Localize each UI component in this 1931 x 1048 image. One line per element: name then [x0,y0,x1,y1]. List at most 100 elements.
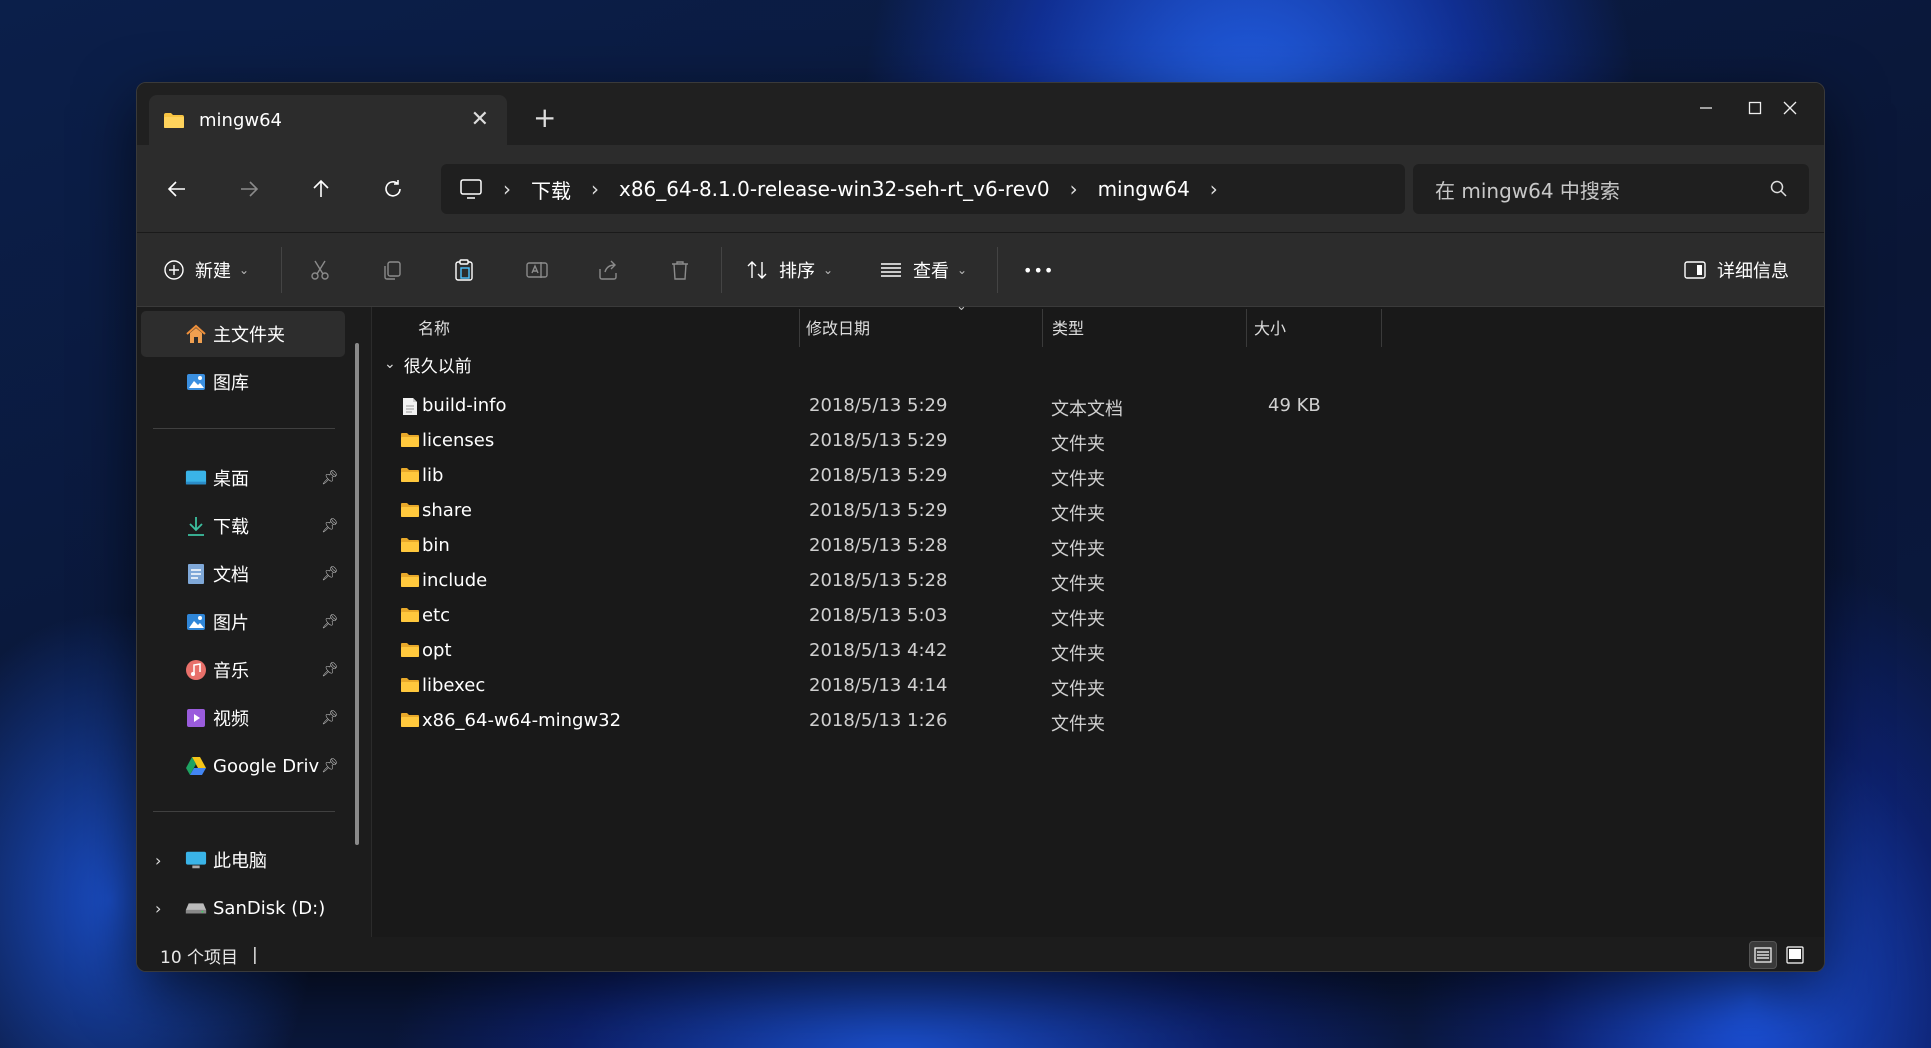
sidebar-item-documents[interactable]: 文档 📌︎ [141,551,345,597]
pin-icon[interactable]: 📌︎ [321,614,339,630]
sidebar-item-gallery[interactable]: 图库 [141,359,345,405]
paste-button[interactable] [453,253,475,287]
pin-icon[interactable]: 📌︎ [321,518,339,534]
sort-button[interactable]: 排序 ⌄ [745,253,833,287]
chevron-down-icon[interactable]: ⌄ [384,356,396,372]
chevron-right-icon[interactable]: › [1210,177,1218,201]
delete-button[interactable] [669,253,691,287]
tiles-view-icon [1786,946,1804,964]
breadcrumb-item-release[interactable]: x86_64-8.1.0-release-win32-seh-rt_v6-rev… [619,177,1050,201]
rename-button[interactable] [525,253,549,287]
refresh-button[interactable] [371,167,415,211]
minimize-icon [1700,107,1712,109]
folder-icon [400,572,420,593]
pin-icon[interactable]: 📌︎ [321,710,339,726]
cut-button[interactable] [309,253,331,287]
monitor-icon[interactable] [459,178,483,200]
file-date: 2018/5/13 5:29 [809,465,948,486]
chevron-right-icon[interactable]: › [155,851,161,870]
rename-icon [526,262,548,278]
trash-icon [672,261,688,280]
arrow-left-icon [167,181,185,197]
column-header-name[interactable]: 名称 [418,307,748,347]
file-name: licenses [422,430,495,451]
sort-indicator-icon: ⌄ [956,299,967,314]
file-type: 文件夹 [1051,644,1105,665]
file-name: etc [422,605,451,626]
view-button[interactable]: 查看 ⌄ [879,253,967,287]
column-divider[interactable] [1042,309,1043,347]
sidebar-item-videos[interactable]: 视频 📌︎ [141,695,345,741]
group-header[interactable]: ⌄ 很久以前 [384,349,472,379]
sidebar-item-google-drive[interactable]: Google Driv 📌︎ [141,743,345,789]
chevron-right-icon[interactable]: › [591,177,599,201]
file-date: 2018/5/13 5:29 [809,430,948,451]
file-row[interactable]: x86_64-w64-mingw32 2018/5/13 1:26 文件夹 [372,700,1824,743]
google-drive-icon [185,755,207,777]
file-date: 2018/5/13 4:42 [809,640,948,661]
file-name: build-info [422,395,507,416]
chevron-right-icon[interactable]: › [503,177,511,201]
sidebar-divider [153,811,335,812]
search-input[interactable]: 在 mingw64 中搜索 [1413,164,1809,214]
sidebar-item-home[interactable]: 主文件夹 [141,311,345,357]
breadcrumb-item-downloads[interactable]: 下载 [531,175,571,204]
tab-mingw64[interactable]: mingw64 ✕ [149,95,507,145]
column-header-type[interactable]: 类型 [1052,307,1242,347]
music-icon [185,659,207,681]
sidebar-item-pictures[interactable]: 图片 📌︎ [141,599,345,645]
chevron-down-icon: ⌄ [957,263,968,277]
sidebar-item-downloads[interactable]: 下载 📌︎ [141,503,345,549]
plus-circle-icon [164,260,184,280]
details-view-button[interactable] [1749,941,1777,969]
folder-icon [164,112,184,128]
column-divider[interactable] [799,309,800,347]
document-icon [185,563,207,585]
column-header-size[interactable]: 大小 [1254,307,1374,347]
tiles-view-button[interactable] [1781,941,1809,969]
folder-icon [400,467,420,488]
pin-icon[interactable]: 📌︎ [321,470,339,486]
sidebar-item-desktop[interactable]: 桌面 📌︎ [141,455,345,501]
sidebar-scrollbar[interactable] [355,343,359,845]
file-type: 文本文档 [1051,399,1123,420]
new-tab-button[interactable]: + [533,101,556,134]
sidebar-item-this-pc[interactable]: › 此电脑 [141,837,345,883]
sidebar-item-music[interactable]: 音乐 📌︎ [141,647,345,693]
sidebar-divider [153,428,335,429]
pin-icon[interactable]: 📌︎ [321,662,339,678]
search-icon[interactable] [1769,179,1789,199]
folder-icon [400,607,420,628]
file-type: 文件夹 [1051,504,1105,525]
sidebar-item-sandisk[interactable]: › SanDisk (D:) [141,885,345,931]
pin-icon[interactable]: 📌︎ [321,758,339,774]
copy-button[interactable] [381,253,403,287]
close-window-button[interactable] [1755,83,1824,133]
more-options-button[interactable]: ••• [1023,253,1054,287]
tab-title: mingw64 [199,109,282,131]
sidebar-item-label: 下载 [213,517,249,538]
column-header-date[interactable]: 修改日期 [806,307,1036,347]
sort-label: 排序 [779,261,815,282]
breadcrumb-item-mingw64[interactable]: mingw64 [1098,177,1190,201]
tab-close-button[interactable]: ✕ [471,107,489,132]
sidebar-item-label: 文档 [213,565,249,586]
drive-icon [185,897,207,919]
details-pane-button[interactable]: 详细信息 [1683,253,1789,287]
forward-button[interactable] [227,167,271,211]
folder-icon [400,712,420,733]
column-divider[interactable] [1381,309,1382,347]
chevron-right-icon[interactable]: › [1070,177,1078,201]
column-divider[interactable] [1246,309,1247,347]
new-label: 新建 [195,261,231,282]
chevron-right-icon[interactable]: › [155,899,161,918]
new-button[interactable]: 新建 ⌄ [163,253,249,287]
pin-icon[interactable]: 📌︎ [321,566,339,582]
chevron-down-icon: ⌄ [823,263,834,277]
back-button[interactable] [155,167,199,211]
breadcrumb[interactable]: › 下载 › x86_64-8.1.0-release-win32-seh-rt… [441,164,1405,214]
up-button[interactable] [299,167,343,211]
group-label: 很久以前 [403,356,472,377]
file-type: 文件夹 [1051,574,1105,595]
share-button[interactable] [597,253,619,287]
